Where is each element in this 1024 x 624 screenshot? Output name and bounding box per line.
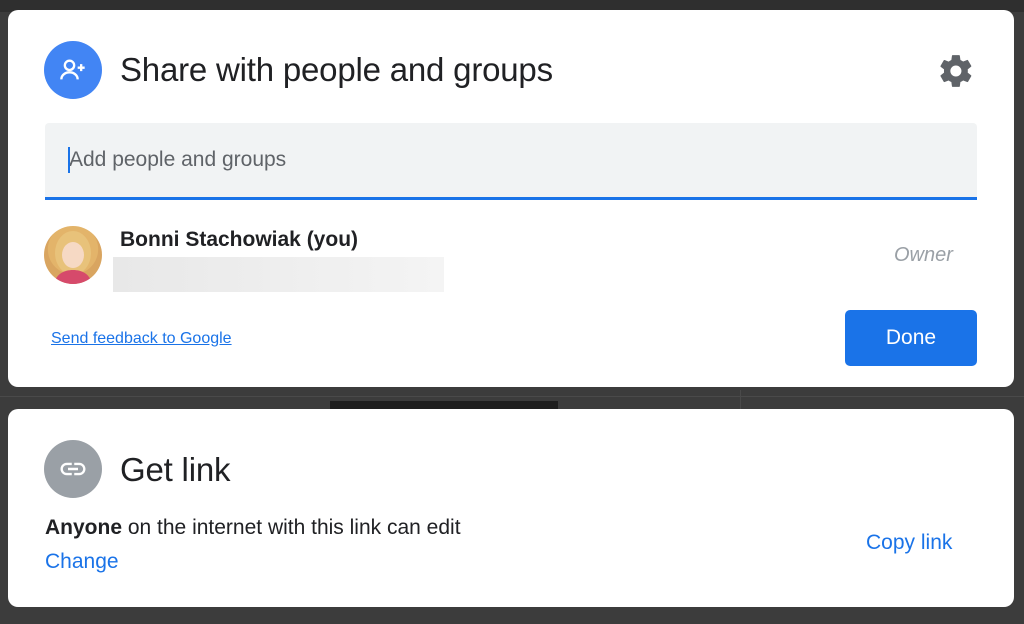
link-icon [44, 440, 102, 498]
add-people-field[interactable] [45, 123, 977, 200]
text-caret [68, 147, 70, 173]
done-button[interactable]: Done [845, 310, 977, 366]
get-link-dialog: Get link Anyone on the internet with thi… [8, 409, 1014, 607]
copy-link-button[interactable]: Copy link [866, 531, 952, 555]
access-scope: Anyone [45, 516, 123, 539]
dialog-title: Get link [120, 451, 231, 488]
access-detail: on the internet with this link can edit [122, 516, 461, 539]
role-label: Owner [894, 244, 953, 266]
background-strip [330, 401, 558, 409]
add-people-input[interactable] [69, 145, 949, 175]
avatar [44, 226, 102, 284]
background-divider [740, 390, 741, 410]
dialog-title: Share with people and groups [120, 51, 553, 88]
share-dialog: Share with people and groups Bonni Stach… [8, 10, 1014, 387]
redacted-email [113, 257, 444, 292]
person-name: Bonni Stachowiak (you) [120, 228, 359, 251]
change-access-link[interactable]: Change [45, 550, 119, 574]
gear-icon[interactable] [937, 52, 975, 90]
send-feedback-link[interactable]: Send feedback to Google [51, 330, 232, 348]
background-divider [0, 396, 1024, 397]
link-access-description: Anyone on the internet with this link ca… [45, 516, 461, 540]
add-person-icon [44, 41, 102, 99]
